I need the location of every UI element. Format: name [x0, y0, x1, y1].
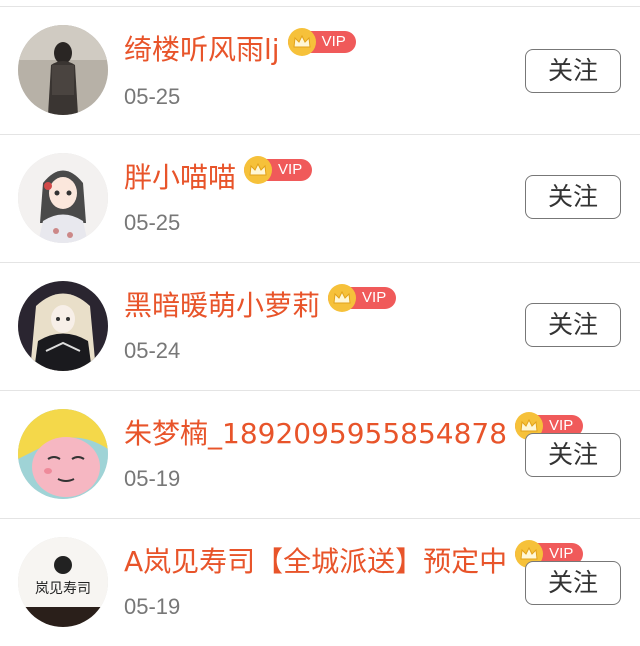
user-name[interactable]: 朱梦楠_18920959558548​78	[124, 417, 507, 451]
vip-label: VIP	[549, 545, 574, 562]
user-name[interactable]: 胖小喵喵	[124, 161, 236, 195]
avatar[interactable]	[18, 409, 108, 499]
vip-badge: VIP	[287, 28, 356, 56]
follow-button[interactable]: 关注	[525, 561, 621, 605]
list-item[interactable]: 绮楼听风雨lj VIP 05-25 关注	[0, 6, 640, 134]
list-item[interactable]: 岚见寿司 A岚见寿司【全城派送】预定中 VIP 05-19 关注	[0, 518, 640, 646]
avatar[interactable]	[18, 281, 108, 371]
avatar[interactable]	[18, 153, 108, 243]
list-item[interactable]: 朱梦楠_18920959558548​78 VIP 05-19 关注	[0, 390, 640, 518]
user-name[interactable]: 绮楼听风雨lj	[124, 33, 280, 67]
girl-photo-avatar	[18, 25, 108, 115]
vip-label: VIP	[278, 161, 303, 178]
follow-button[interactable]: 关注	[525, 433, 621, 477]
follow-date: 05-25	[124, 84, 181, 109]
name-line: 黑暗暖萌小萝莉 VIP	[124, 284, 397, 323]
name-line: 绮楼听风雨lj VIP	[124, 28, 356, 67]
cartoon-face-avatar	[18, 409, 108, 499]
gothic-doll-avatar	[18, 281, 108, 371]
crown-icon	[287, 28, 316, 56]
vip-label: VIP	[362, 289, 387, 306]
user-name[interactable]: A岚见寿司【全城派送】预定中	[124, 545, 507, 579]
vip-badge: VIP	[244, 156, 313, 184]
avatar[interactable]	[18, 25, 108, 115]
follow-date: 05-25	[124, 210, 181, 235]
follow-date: 05-24	[124, 338, 181, 363]
avatar[interactable]: 岚见寿司	[18, 537, 108, 627]
vip-label: VIP	[549, 417, 574, 434]
follow-list: 绮楼听风雨lj VIP 05-25 关注 胖小喵喵 VIP 05-25 关注 黑…	[0, 0, 640, 646]
user-name[interactable]: 黑暗暖萌小萝莉	[124, 289, 320, 323]
svg-text:岚见寿司: 岚见寿司	[35, 580, 91, 597]
list-item[interactable]: 胖小喵喵 VIP 05-25 关注	[0, 134, 640, 262]
crown-icon	[328, 284, 357, 312]
crown-icon	[244, 156, 273, 184]
follow-button[interactable]: 关注	[525, 303, 621, 347]
vip-badge: VIP	[328, 284, 397, 312]
list-item[interactable]: 黑暗暖萌小萝莉 VIP 05-24 关注	[0, 262, 640, 390]
vip-label: VIP	[321, 33, 346, 50]
follow-button[interactable]: 关注	[525, 175, 621, 219]
name-line: 胖小喵喵 VIP	[124, 156, 313, 195]
anime-girl-avatar	[18, 153, 108, 243]
sushi-logo-avatar: 岚见寿司	[18, 537, 108, 627]
follow-date: 05-19	[124, 466, 181, 491]
follow-date: 05-19	[124, 594, 181, 619]
name-line: A岚见寿司【全城派送】预定中 VIP	[124, 540, 584, 579]
name-line: 朱梦楠_18920959558548​78 VIP	[124, 412, 584, 451]
follow-button[interactable]: 关注	[525, 49, 621, 93]
